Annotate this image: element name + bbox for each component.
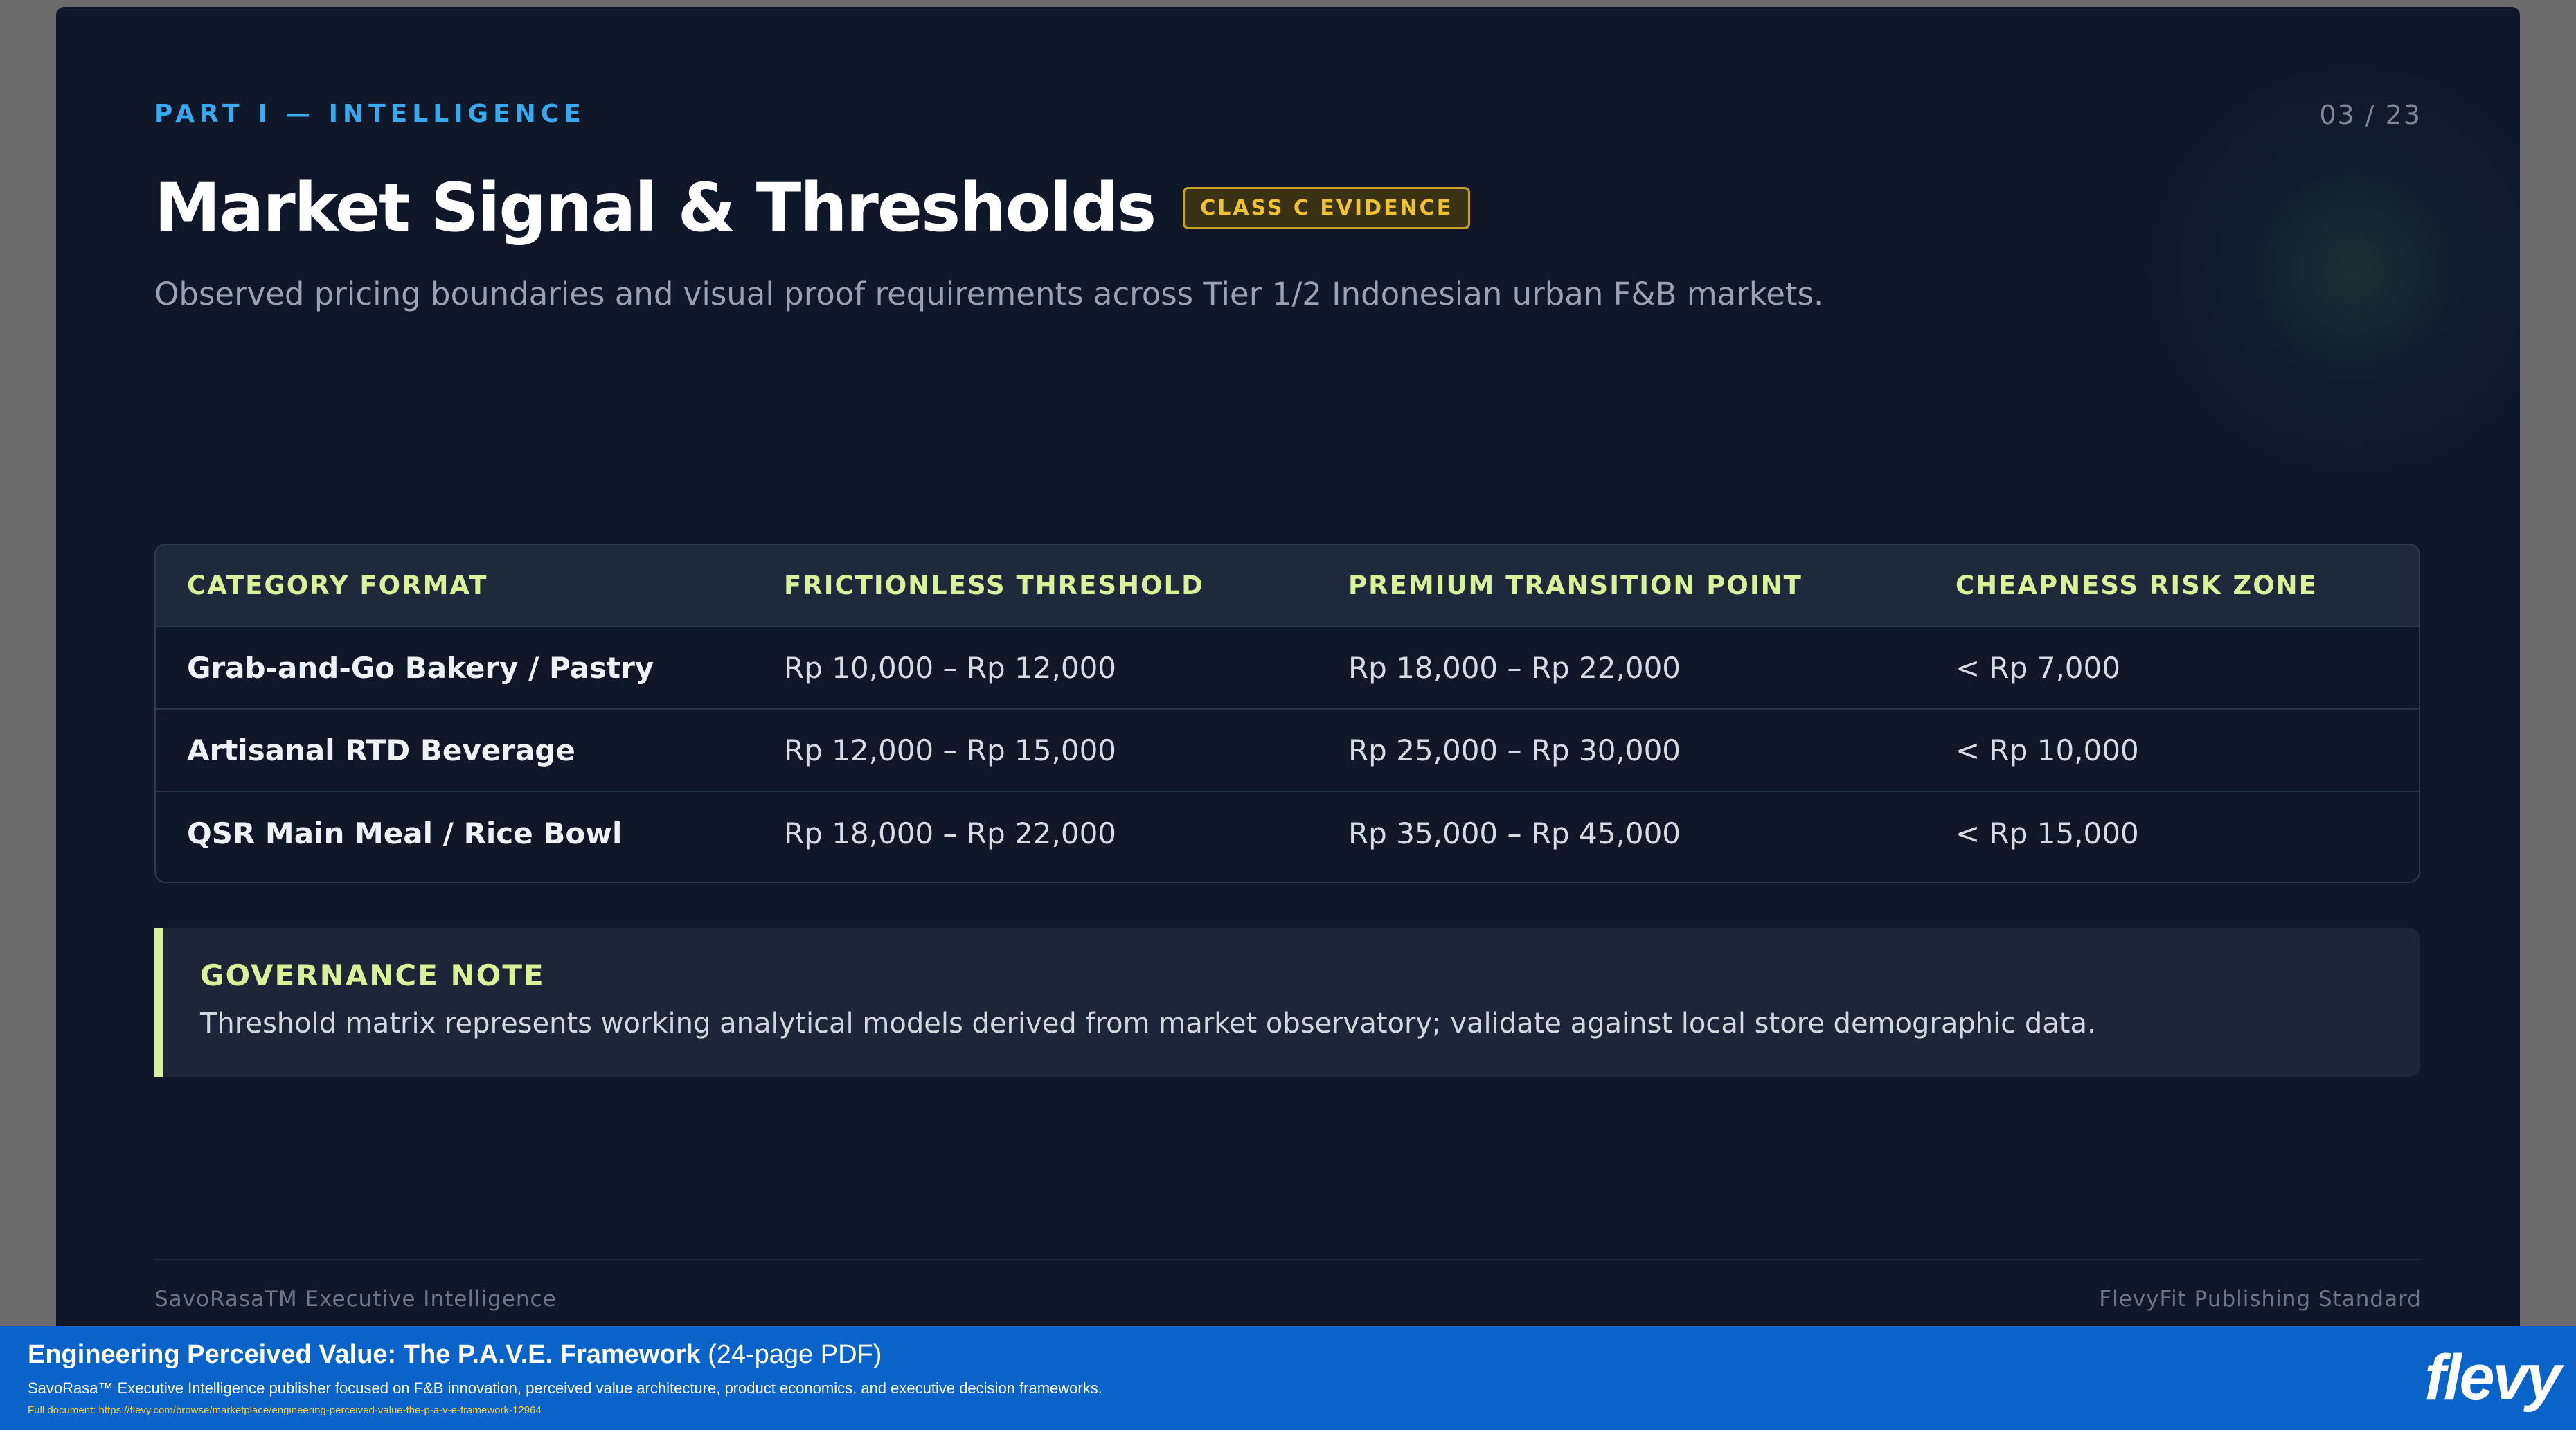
evidence-badge: CLASS C EVIDENCE — [1183, 187, 1471, 230]
page-title: Market Signal & Thresholds — [154, 169, 1156, 247]
governance-note: GOVERNANCE NOTE Threshold matrix represe… — [154, 928, 2420, 1077]
cell-premium: Rp 25,000 – Rp 30,000 — [1317, 709, 1924, 792]
note-text: Threshold matrix represents working anal… — [200, 1008, 2096, 1039]
note-title: GOVERNANCE NOTE — [200, 958, 545, 992]
cell-frictionless: Rp 12,000 – Rp 15,000 — [753, 709, 1317, 792]
cell-frictionless: Rp 18,000 – Rp 22,000 — [784, 816, 1117, 850]
slide: PART I — INTELLIGENCE 03 / 23 Market Sig… — [56, 7, 2520, 1326]
table-row: QSR Main Meal / Rice Bowl Rp 18,000 – Rp… — [156, 792, 2419, 874]
background-glow — [2104, 21, 2520, 519]
cell-category: Artisanal RTD Beverage — [156, 709, 753, 792]
banner-title-text: Engineering Perceived Value: The P.A.V.E… — [28, 1340, 701, 1369]
table-header-row: CATEGORY FORMAT FRICTIONLESS THRESHOLD P… — [156, 545, 2419, 627]
banner-description: SavoRasa™ Executive Intelligence publish… — [28, 1379, 1102, 1397]
table-row: Artisanal RTD Beverage Rp 12,000 – Rp 15… — [156, 709, 2419, 792]
cell-cheapness: < Rp 15,000 — [1956, 816, 2139, 850]
cell-category: QSR Main Meal / Rice Bowl — [187, 816, 623, 850]
footer-left: SavoRasaTM Executive Intelligence — [154, 1287, 557, 1312]
threshold-table: CATEGORY FORMAT FRICTIONLESS THRESHOLD P… — [154, 544, 2420, 883]
header-premium-transition-point: PREMIUM TRANSITION POINT — [1317, 545, 1924, 627]
header-category-format: CATEGORY FORMAT — [156, 545, 753, 627]
page-number: 03 / 23 — [2319, 100, 2422, 130]
header-cheapness-risk-zone: CHEAPNESS RISK ZONE — [1924, 545, 2419, 627]
page-subtitle: Observed pricing boundaries and visual p… — [154, 276, 1824, 312]
footer-right: FlevyFit Publishing Standard — [2099, 1287, 2422, 1312]
title-row: Market Signal & Thresholds CLASS C EVIDE… — [154, 169, 1471, 247]
document-banner: Engineering Perceived Value: The P.A.V.E… — [0, 1326, 2576, 1430]
section-label: PART I — INTELLIGENCE — [154, 100, 586, 128]
table-row: Grab-and-Go Bakery / Pastry Rp 10,000 – … — [156, 627, 2419, 710]
footer-divider — [154, 1259, 2420, 1260]
cell-premium: Rp 35,000 – Rp 45,000 — [1348, 816, 1681, 850]
cell-cheapness: < Rp 7,000 — [1924, 627, 2419, 710]
cell-premium: Rp 18,000 – Rp 22,000 — [1317, 627, 1924, 710]
banner-page-count: (24-page PDF) — [708, 1340, 882, 1369]
cell-category: Grab-and-Go Bakery / Pastry — [156, 627, 753, 710]
header-frictionless-threshold: FRICTIONLESS THRESHOLD — [753, 545, 1317, 627]
banner-title: Engineering Perceived Value: The P.A.V.E… — [28, 1340, 2576, 1370]
cell-cheapness: < Rp 10,000 — [1924, 709, 2419, 792]
flevy-logo[interactable]: flevy — [2424, 1341, 2561, 1414]
banner-document-link[interactable]: Full document: https://flevy.com/browse/… — [28, 1404, 2576, 1416]
cell-frictionless: Rp 10,000 – Rp 12,000 — [753, 627, 1317, 710]
